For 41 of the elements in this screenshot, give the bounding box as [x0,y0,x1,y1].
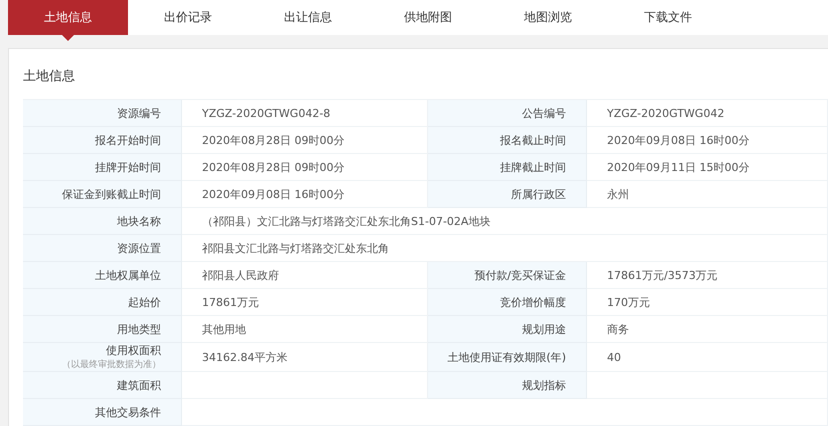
field-label: 挂牌开始时间 [95,160,161,174]
field-value: 17861万元/3573万元 [587,262,828,289]
field-value: 2020年09月11日 15时00分 [587,154,828,181]
field-label: 起始价 [128,294,161,310]
field-label: 竞价增价幅度 [500,294,566,310]
field-label: 报名截止时间 [500,132,566,148]
field-label: 使用权面积 [106,343,161,358]
field-label: 挂牌截止时间 [500,160,566,174]
field-label: 资源编号 [117,106,161,120]
field-label: 所属行政区 [511,186,566,202]
field-label: 资源位置 [117,240,161,256]
field-label: 保证金到账截止时间 [62,186,161,202]
field-value: 17861万元 [182,289,428,316]
field-label: 报名开始时间 [95,132,161,148]
field-note: （以最终审批数据为准） [62,358,161,371]
field-label: 其他交易条件 [95,404,161,420]
field-value: 其他用地 [182,316,428,343]
field-value: 34162.84平方米 [182,343,428,372]
field-value: 2020年09月08日 16时00分 [587,127,828,154]
field-value: 商务 [587,316,828,343]
pointer-icon [62,35,74,41]
field-value: 40 [587,343,828,372]
field-label: 建筑面积 [117,378,161,392]
field-value: 2020年08月28日 09时00分 [182,127,428,154]
field-label: 用地类型 [117,322,161,336]
field-value: YZGZ-2020GTWG042-8 [182,100,428,127]
field-label: 预付款/竞买保证金 [474,268,566,282]
field-value: 170万元 [587,289,828,316]
field-label: 规划用途 [522,322,566,336]
field-value: 祁阳县人民政府 [182,262,428,289]
field-value: 永州 [587,181,828,208]
field-label: 土地权属单位 [95,268,161,282]
section-title: 土地信息 [23,68,75,85]
field-value: （祁阳县）文汇北路与灯塔路交汇处东北角S1-07-02A地块 [182,208,828,235]
field-label: 地块名称 [117,214,161,228]
field-label: 规划指标 [522,378,566,392]
field-value: YZGZ-2020GTWG042 [587,100,828,127]
field-label: 公告编号 [522,106,566,120]
field-label: 土地使用证有效期限(年) [447,350,566,364]
field-value: 2020年09月08日 16时00分 [182,181,428,208]
field-value: 2020年08月28日 09时00分 [182,154,428,181]
